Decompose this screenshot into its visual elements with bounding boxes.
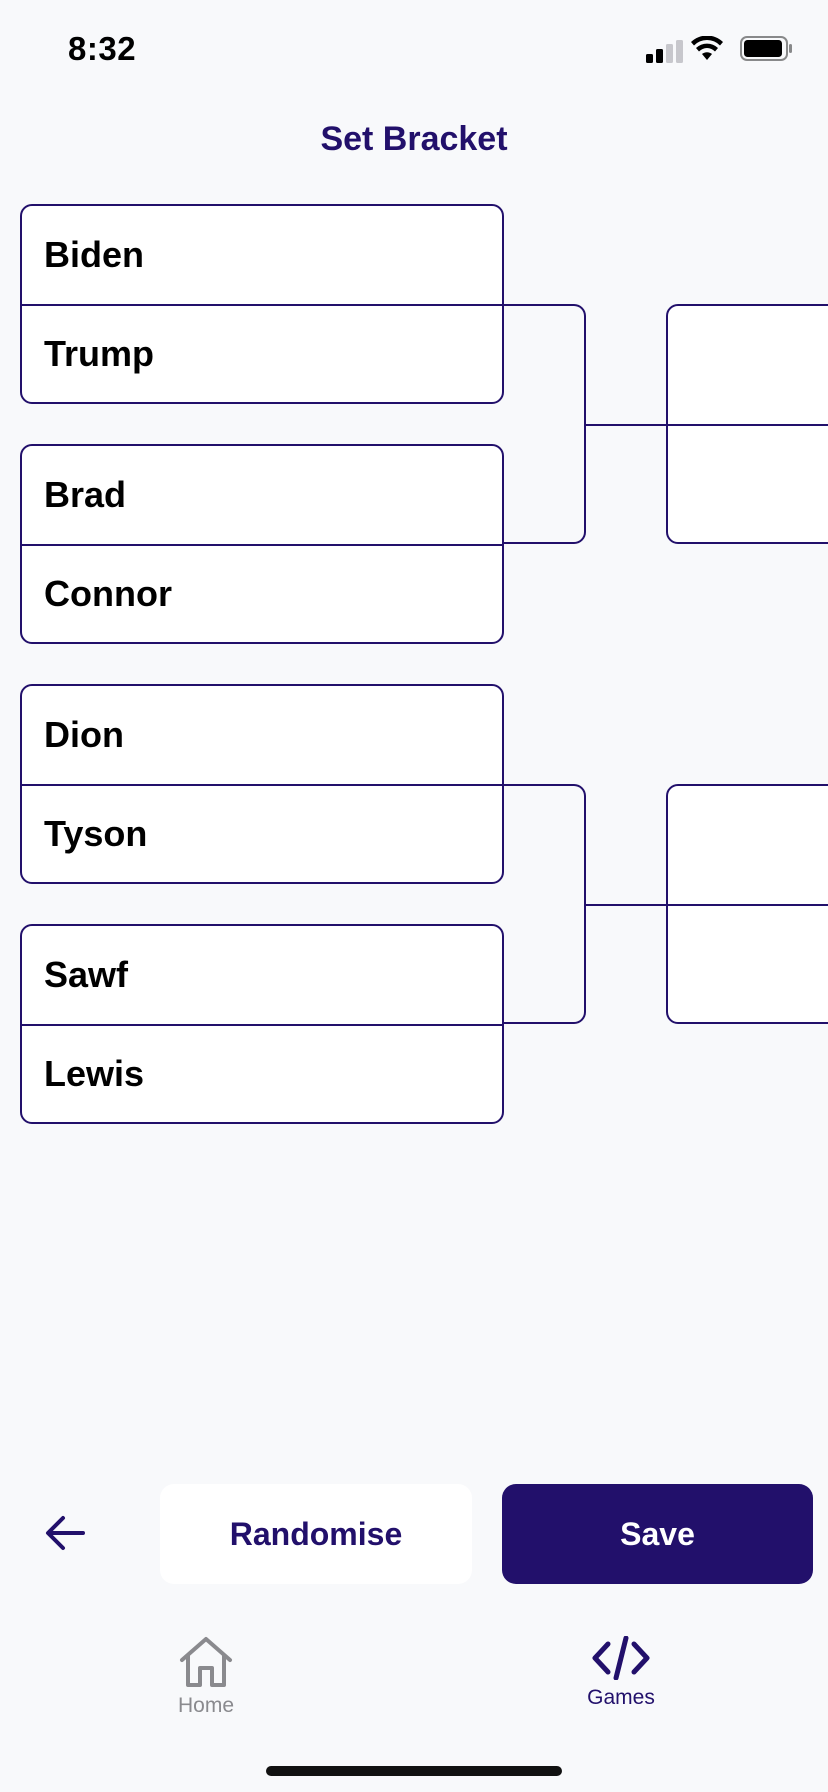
tab-games[interactable]: Games <box>541 1636 701 1710</box>
randomise-button[interactable]: Randomise <box>160 1484 472 1584</box>
arrow-left-icon <box>46 1516 85 1550</box>
bracket-slot[interactable]: Dion <box>22 686 502 784</box>
home-indicator <box>266 1766 562 1776</box>
bracket-connector-line <box>586 904 668 906</box>
battery-icon <box>740 36 792 61</box>
tab-home[interactable]: Home <box>126 1636 286 1718</box>
bracket-match-round2-2 <box>666 784 828 1024</box>
bracket-match-round2-1 <box>666 304 828 544</box>
save-button[interactable]: Save <box>502 1484 813 1584</box>
cellular-signal-icon <box>646 40 683 63</box>
page-title: Set Bracket <box>320 120 508 158</box>
bracket-connector <box>504 304 586 544</box>
bracket-match-2: Brad Connor <box>20 444 504 644</box>
tab-label: Games <box>587 1686 655 1709</box>
tab-label: Home <box>177 1694 235 1717</box>
bracket-slot[interactable]: Sawf <box>22 926 502 1024</box>
back-button[interactable] <box>38 1508 92 1558</box>
bracket-connector-line <box>586 424 668 426</box>
bracket-slot[interactable]: Trump <box>22 304 502 402</box>
bracket-match-1: Biden Trump <box>20 204 504 404</box>
bracket-slot[interactable]: Tyson <box>22 784 502 882</box>
house-icon <box>180 1637 232 1687</box>
bracket-slot-empty <box>668 786 828 904</box>
set-bracket-screen: 8:32 Set Bracket Biden Trump Brad Connor… <box>0 0 828 1792</box>
bracket-slot[interactable]: Biden <box>22 206 502 304</box>
bracket-slot-empty <box>668 424 828 542</box>
bracket-slot[interactable]: Lewis <box>22 1024 502 1122</box>
code-icon <box>592 1636 650 1680</box>
status-time: 8:32 <box>68 30 137 67</box>
bracket-match-4: Sawf Lewis <box>20 924 504 1124</box>
wifi-icon <box>691 36 723 60</box>
bracket-connector <box>504 784 586 1024</box>
bracket-slot-empty <box>668 904 828 1022</box>
bracket-slot-empty <box>668 306 828 424</box>
bracket-slot[interactable]: Connor <box>22 544 502 642</box>
bracket-slot[interactable]: Brad <box>22 446 502 544</box>
bracket-match-3: Dion Tyson <box>20 684 504 884</box>
